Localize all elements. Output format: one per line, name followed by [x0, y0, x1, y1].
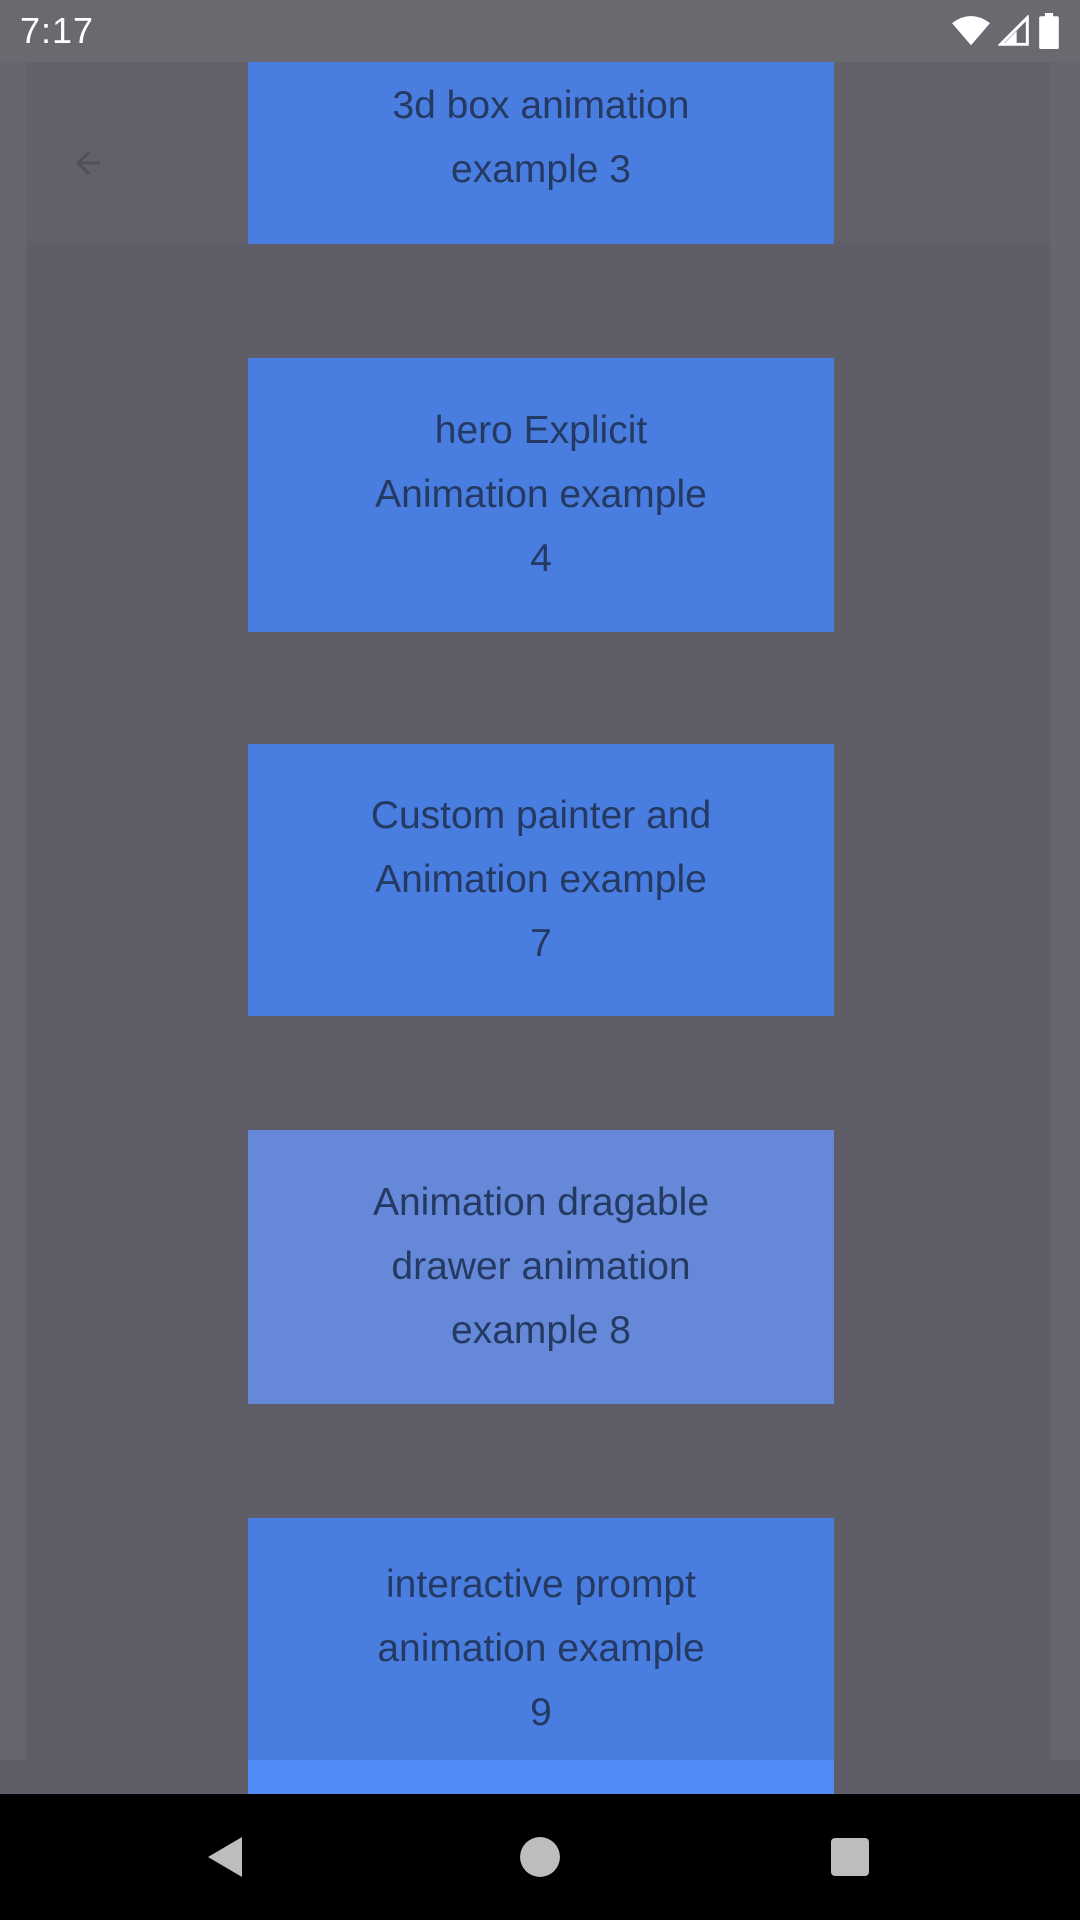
main-content: 3d box animation example 3 hero Explicit… — [0, 0, 1080, 1794]
tile-custom-painter-animation[interactable]: Custom painter and Animation example 7 — [248, 744, 834, 1016]
back-arrow-icon[interactable] — [70, 145, 106, 181]
nav-home-icon[interactable] — [510, 1827, 570, 1887]
tile-label: Animation dragable drawer animation exam… — [372, 1181, 710, 1352]
tile-label: hero Explicit Animation example 4 — [375, 409, 707, 580]
wifi-icon — [952, 15, 990, 46]
right-edge — [1050, 0, 1080, 1760]
tile-label: Custom painter and Animation example 7 — [370, 794, 712, 965]
tile-hero-explicit-animation[interactable]: hero Explicit Animation example 4 — [248, 358, 834, 632]
tile-3d-box-animation[interactable]: 3d box animation example 3 — [248, 32, 834, 244]
cell-signal-icon — [998, 15, 1029, 46]
status-bar: 7:17 — [0, 0, 1080, 62]
nav-back-icon[interactable] — [196, 1827, 256, 1887]
tile-label: 3d box animation example 3 — [392, 84, 690, 191]
battery-icon — [1039, 13, 1059, 49]
tile-interactive-prompt-animation[interactable]: interactive prompt animation example 9 — [248, 1518, 834, 1760]
left-edge — [0, 0, 26, 1760]
next-tile-partial[interactable] — [248, 1760, 834, 1794]
status-time: 7:17 — [20, 10, 95, 51]
nav-recents-icon[interactable] — [820, 1827, 880, 1887]
tile-label: interactive prompt animation example 9 — [377, 1563, 705, 1734]
navigation-bar — [0, 1794, 1080, 1920]
tile-dragable-drawer-animation[interactable]: Animation dragable drawer animation exam… — [248, 1130, 834, 1404]
status-icons — [952, 12, 1060, 50]
